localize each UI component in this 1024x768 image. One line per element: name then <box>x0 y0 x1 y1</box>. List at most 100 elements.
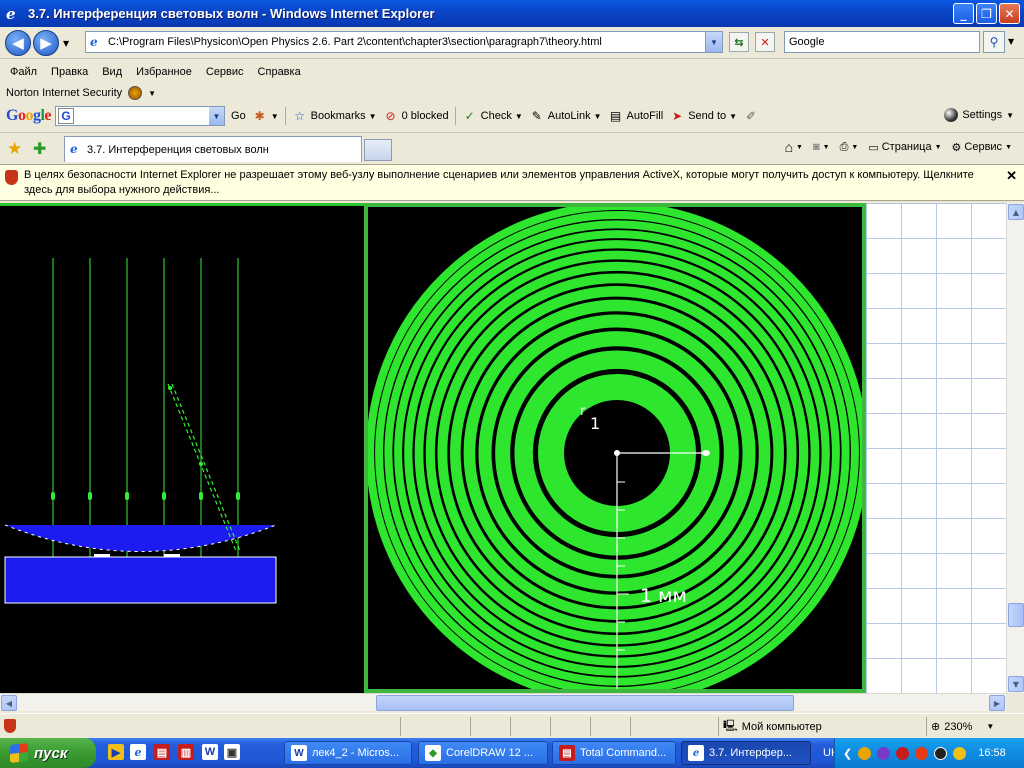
task-label: CorelDRAW 12 ... <box>446 747 534 759</box>
norton-toolbar: Norton Internet Security ▼ <box>0 83 1024 103</box>
menu-help[interactable]: Справка <box>258 66 301 78</box>
tools-menu-button[interactable]: ⚙ Сервис ▼ <box>952 141 1012 154</box>
minimize-button[interactable]: _ <box>953 3 974 24</box>
highlight-button[interactable]: ✐ <box>743 108 759 124</box>
tray-app-icon[interactable] <box>934 746 948 760</box>
toolbar-separator <box>284 107 286 125</box>
task-internet-explorer[interactable]: e 3.7. Интерфер... <box>681 741 811 765</box>
spellcheck-button[interactable]: ✓ Check ▼ <box>462 108 523 124</box>
task-word[interactable]: W лек4_2 - Micros... <box>284 741 412 765</box>
tray-app-icon[interactable] <box>877 746 891 760</box>
quicklaunch-word-icon[interactable]: W <box>202 744 218 760</box>
back-button[interactable]: ◀ <box>5 30 31 56</box>
radius-label: r <box>580 404 586 419</box>
quicklaunch-app-icon[interactable]: ▤ <box>154 744 170 760</box>
refresh-button[interactable]: ⇆ <box>729 32 749 52</box>
task-label: Total Command... <box>580 747 667 759</box>
google-search-dropdown-icon[interactable]: ▼ <box>209 107 225 125</box>
tab-current[interactable]: e 3.7. Интерференция световых волн <box>64 136 362 162</box>
task-coreldraw[interactable]: ◆ CorelDRAW 12 ... <box>418 741 548 765</box>
favorites-star-icon[interactable]: ★ <box>7 139 22 159</box>
popup-blocker-button[interactable]: ⊘ 0 blocked <box>383 108 449 124</box>
clock: 16:58 <box>978 747 1006 759</box>
page-grid-background <box>866 203 1006 693</box>
chevron-down-icon: ▼ <box>851 143 859 151</box>
page-menu-button[interactable]: ▭ Страница ▼ <box>868 141 941 154</box>
zoom-control[interactable]: ⊕ 230% ▼ <box>926 717 1022 736</box>
info-bar-close-icon[interactable]: ✕ <box>1006 168 1017 183</box>
status-shield-icon[interactable] <box>4 719 16 733</box>
page-icon: e <box>70 142 78 156</box>
menu-edit[interactable]: Правка <box>51 66 88 78</box>
zoom-value: 230% <box>944 720 973 733</box>
address-toolbar: ◀ ▶ ▼ e C:\Program Files\Physicon\Open P… <box>0 27 1024 59</box>
ie-icon: e <box>688 745 704 761</box>
address-field[interactable]: e C:\Program Files\Physicon\Open Physics… <box>85 31 723 53</box>
scroll-up-button[interactable]: ▲ <box>1008 204 1024 220</box>
horizontal-scroll-thumb[interactable] <box>376 695 794 711</box>
page-icon: e <box>90 35 98 49</box>
norton-globe-icon[interactable] <box>128 86 143 100</box>
menu-view[interactable]: Вид <box>102 66 122 78</box>
google-g-icon: G <box>58 108 75 124</box>
page-menu-icon: ▭ <box>868 141 879 154</box>
window-controls: _ ❐ ✕ <box>953 3 1020 24</box>
quicklaunch-app-icon[interactable]: ▥ <box>178 744 194 760</box>
sendto-button[interactable]: ➤ Send to ▼ <box>669 108 737 124</box>
autolink-button[interactable]: ✎ AutoLink ▼ <box>529 108 602 124</box>
history-dropdown-icon[interactable]: ▼ <box>63 39 69 48</box>
ie-logo-icon: e <box>6 4 16 23</box>
scroll-right-button[interactable]: ▶ <box>989 695 1005 711</box>
go-label: Go <box>231 110 246 122</box>
home-button[interactable]: ⌂ ▼ <box>785 139 803 155</box>
vertical-scroll-thumb[interactable] <box>1008 603 1024 627</box>
quicklaunch-media-icon[interactable]: ▶ <box>108 744 124 760</box>
norton-tray-icon[interactable] <box>858 746 872 760</box>
close-button[interactable]: ✕ <box>999 3 1020 24</box>
settings-label: Settings <box>962 109 1003 121</box>
restore-button[interactable]: ❐ <box>976 3 997 24</box>
search-input[interactable]: Google <box>784 31 980 53</box>
antivirus-tray-icon[interactable] <box>896 746 910 760</box>
vertical-scrollbar[interactable]: ▲ ▼ <box>1006 203 1024 693</box>
quicklaunch-ie-icon[interactable]: e <box>130 744 146 760</box>
interference-pattern-panel: r 1 1 мм <box>364 203 866 693</box>
task-label: 3.7. Интерфер... <box>709 747 792 759</box>
address-dropdown-icon[interactable]: ▼ <box>705 32 722 52</box>
scrollbar-corner <box>1006 693 1024 711</box>
system-tray: ❮ 16:58 <box>834 738 1024 768</box>
norton-dropdown-icon[interactable]: ▼ <box>148 89 156 98</box>
forward-button[interactable]: ▶ <box>33 30 59 56</box>
bookmarks-button[interactable]: ☆ Bookmarks ▼ <box>292 108 376 124</box>
computer-icon: 🖳 <box>723 720 738 732</box>
search-options-icon[interactable]: ▼ <box>1008 37 1014 46</box>
menu-file[interactable]: Файл <box>10 66 37 78</box>
menu-tools[interactable]: Сервис <box>206 66 244 78</box>
add-favorite-icon[interactable]: ✚ <box>33 139 46 158</box>
feeds-button[interactable]: ◙ ▼ <box>813 141 830 153</box>
print-button[interactable]: ⎙ ▼ <box>840 141 859 154</box>
autofill-button[interactable]: ▤ AutoFill <box>608 108 663 124</box>
tray-expand-icon[interactable]: ❮ <box>843 747 852 760</box>
google-search-input[interactable]: G ▼ <box>55 106 226 126</box>
scroll-down-button[interactable]: ▼ <box>1008 676 1024 692</box>
new-tab-button[interactable] <box>364 139 392 161</box>
volume-tray-icon[interactable] <box>953 746 967 760</box>
google-options-button[interactable]: ✱ ▼ <box>252 108 279 124</box>
security-info-bar[interactable]: В целях безопасности Internet Explorer н… <box>0 164 1024 201</box>
quicklaunch-desktop-icon[interactable]: ▣ <box>224 744 240 760</box>
search-button[interactable]: ⚲ <box>983 31 1005 53</box>
start-button[interactable]: пуск <box>0 738 96 768</box>
google-go-button[interactable]: Go <box>231 110 246 122</box>
stop-button[interactable]: ✕ <box>755 32 775 52</box>
settings-button[interactable]: Settings ▼ <box>944 108 1014 122</box>
horizontal-scrollbar[interactable]: ◀ ▶ <box>0 693 1006 711</box>
menu-favorites[interactable]: Избранное <box>136 66 192 78</box>
security-zone[interactable]: 🖳 Мой компьютер <box>718 717 926 736</box>
network-tray-icon[interactable] <box>915 746 929 760</box>
info-bar-text: В целях безопасности Internet Explorer н… <box>24 169 974 196</box>
scroll-left-button[interactable]: ◀ <box>1 695 17 711</box>
total-commander-icon: ▤ <box>559 745 575 761</box>
task-total-commander[interactable]: ▤ Total Command... <box>552 741 676 765</box>
google-logo[interactable]: Google <box>6 107 51 125</box>
